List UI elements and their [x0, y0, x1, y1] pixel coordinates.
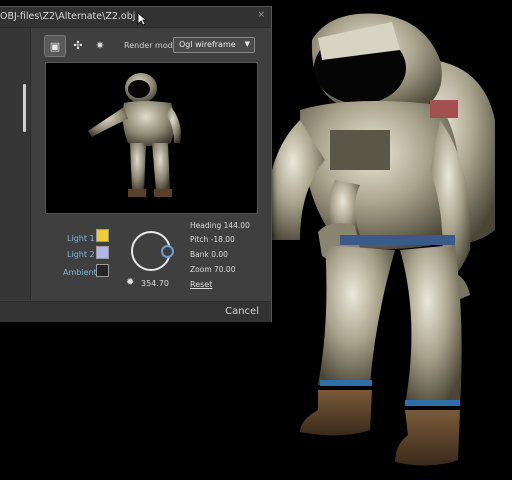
side-panel-scrollbar[interactable] — [23, 84, 26, 132]
cancel-button[interactable]: Cancel — [225, 306, 259, 317]
window-title: OBJ-files\Z2\Alternate\Z2.obj — [0, 11, 136, 22]
side-panel — [0, 28, 31, 300]
render-mode-value: Ogl wireframe — [179, 40, 236, 49]
render-mode-label: Render mode — [124, 41, 178, 50]
camera-icon[interactable]: ▣ — [44, 35, 66, 57]
preview-astronaut — [88, 73, 181, 197]
light-1-label: Light 1 — [67, 234, 95, 243]
light-1-swatch[interactable] — [96, 229, 109, 242]
close-icon[interactable]: × — [257, 10, 265, 20]
model-preview[interactable] — [45, 62, 258, 214]
title-bar[interactable]: OBJ-files\Z2\Alternate\Z2.obj × — [0, 7, 271, 28]
lights-icon[interactable]: ✣ — [68, 35, 88, 55]
render-mode-select[interactable]: Ogl wireframe ▼ — [173, 37, 255, 53]
pitch-readout: Pitch -18.00 — [190, 235, 235, 244]
heading-readout: Heading 144.00 — [190, 221, 250, 230]
model-viewer-dialog: OBJ-files\Z2\Alternate\Z2.obj × ▣ ✣ ✷ Re… — [0, 6, 272, 322]
ambient-swatch[interactable] — [96, 264, 109, 277]
light-2-label: Light 2 — [67, 250, 95, 259]
zoom-readout: Zoom 70.00 — [190, 265, 236, 274]
reset-link[interactable]: Reset — [190, 280, 212, 289]
sun-icon: ✹ — [126, 277, 135, 288]
dial-handle[interactable] — [161, 245, 174, 258]
settings-icon[interactable]: ✷ — [90, 35, 110, 55]
ambient-label: Ambient — [63, 268, 97, 277]
chevron-down-icon: ▼ — [244, 40, 250, 48]
dial-value: 354.70 — [141, 279, 169, 288]
light-2-swatch[interactable] — [96, 246, 109, 259]
mouse-cursor-icon — [137, 12, 147, 26]
bank-readout: Bank 0.00 — [190, 250, 228, 259]
dialog-footer: Cancel — [0, 301, 271, 322]
